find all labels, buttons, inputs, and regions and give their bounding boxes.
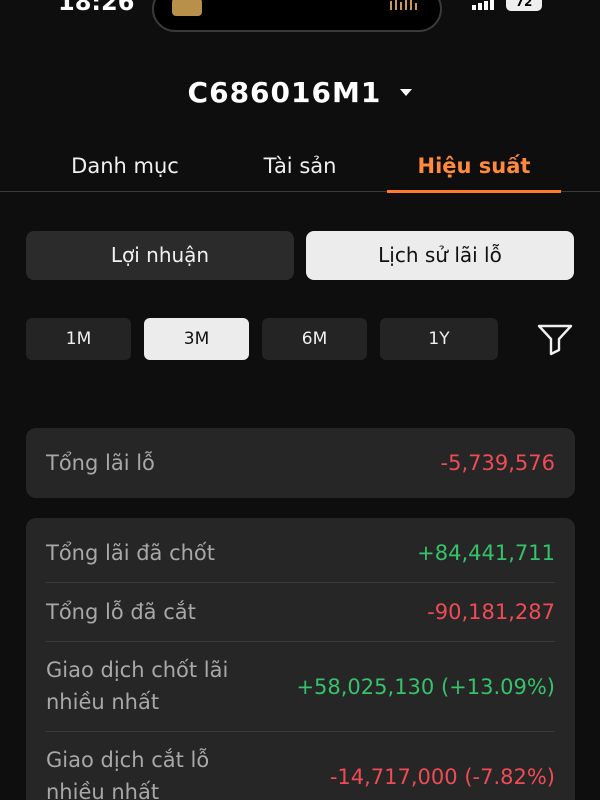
divider <box>46 641 555 642</box>
divider <box>46 582 555 583</box>
realized-loss-row: Tổng lỗ đã cắt -90,181,287 <box>46 596 555 628</box>
tab-danh-muc[interactable]: Danh mục <box>38 146 212 192</box>
top-profit-trade-label-line2: nhiều nhất <box>46 690 160 714</box>
top-profit-trade-row: Giao dịch chốt lãi nhiều nhất +58,025,13… <box>46 654 555 720</box>
realized-profit-value: +84,441,711 <box>417 541 555 565</box>
top-loss-trade-row: Giao dịch cắt lỗ nhiều nhất -14,717,000 … <box>46 744 555 800</box>
total-pnl-card: Tổng lãi lỗ -5,739,576 <box>26 428 575 498</box>
tab-hieu-suat[interactable]: Hiệu suất <box>387 146 561 193</box>
realized-profit-label: Tổng lãi đã chốt <box>46 541 216 565</box>
total-pnl-label: Tổng lãi lỗ <box>46 451 155 475</box>
chevron-down-icon[interactable] <box>400 89 413 96</box>
period-1m-button[interactable]: 1M <box>26 318 131 360</box>
status-bar: 18:26 72 <box>0 0 600 36</box>
period-6m-button[interactable]: 6M <box>262 318 367 360</box>
top-loss-trade-value: -14,717,000 (-7.82%) <box>329 765 555 789</box>
top-loss-trade-label-line2: nhiều nhất <box>46 780 160 800</box>
main-tabs: Danh mục Tài sản Hiệu suất <box>0 146 600 193</box>
total-pnl-row: Tổng lãi lỗ -5,739,576 <box>46 447 555 479</box>
top-loss-trade-label-line1: Giao dịch cắt lỗ <box>46 748 210 772</box>
period-3m-button[interactable]: 3M <box>144 318 249 360</box>
signal-icon <box>472 0 494 10</box>
period-1y-button[interactable]: 1Y <box>380 318 498 360</box>
top-profit-trade-label-line1: Giao dịch chốt lãi <box>46 658 229 682</box>
segment-loi-nhuan[interactable]: Lợi nhuận <box>26 231 294 280</box>
realized-loss-label: Tổng lỗ đã cắt <box>46 600 196 624</box>
account-selector[interactable]: C686016M1 <box>0 76 600 116</box>
dynamic-island <box>152 0 442 32</box>
status-time: 18:26 <box>58 0 135 16</box>
divider <box>46 731 555 732</box>
pnl-detail-card: Tổng lãi đã chốt +84,441,711 Tổng lỗ đã … <box>26 518 575 800</box>
audio-wave-icon <box>390 0 417 10</box>
tab-tai-san[interactable]: Tài sản <box>213 146 387 192</box>
realized-profit-row: Tổng lãi đã chốt +84,441,711 <box>46 537 555 569</box>
total-pnl-value: -5,739,576 <box>440 451 555 475</box>
filter-icon[interactable] <box>536 322 574 356</box>
battery-icon: 72 <box>506 0 542 11</box>
now-playing-thumbnail <box>172 0 202 16</box>
account-name[interactable]: C686016M1 <box>188 76 382 109</box>
top-profit-trade-value: +58,025,130 (+13.09%) <box>296 675 555 699</box>
segment-lich-su-lai-lo[interactable]: Lịch sử lãi lỗ <box>306 231 574 280</box>
realized-loss-value: -90,181,287 <box>427 600 555 624</box>
